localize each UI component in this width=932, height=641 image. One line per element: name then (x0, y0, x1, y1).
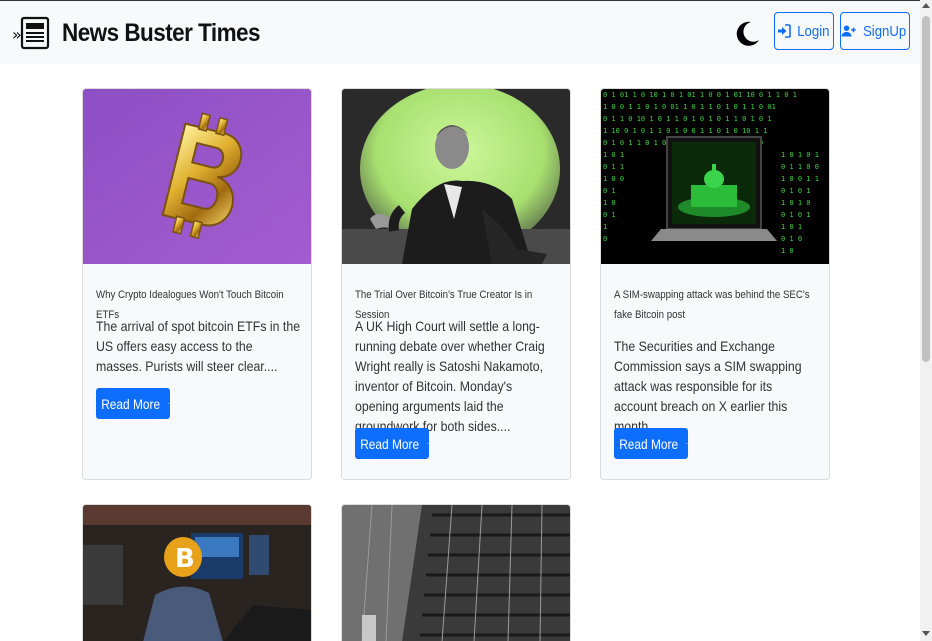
newspaper-icon: » (12, 15, 52, 51)
read-more-button[interactable]: Read More (614, 428, 688, 459)
svg-text:0 1: 0 1 (603, 211, 616, 219)
link-icon (686, 442, 688, 445)
login-icon (777, 24, 791, 38)
card-description: The Securities and Exchange Commission s… (614, 338, 802, 434)
card-title: A SIM-swapping attack was behind the SEC… (614, 289, 810, 321)
svg-text:0 1 1 0 10 1 0 1 1 0 1 0 1 0 1: 0 1 1 0 10 1 0 1 1 0 1 0 1 0 1 1 0 1 0 1 (603, 115, 772, 123)
news-card: Why Crypto Idealogues Won't Touch Bitcoi… (82, 88, 312, 480)
read-more-label: Read More (619, 435, 679, 452)
read-more-button[interactable]: Read More (355, 428, 429, 459)
card-image[interactable] (83, 89, 311, 264)
scroll-down-arrow-icon[interactable] (922, 631, 930, 636)
svg-text:0 1 0: 0 1 0 (781, 235, 802, 243)
site-title: News Buster Times (62, 18, 261, 47)
link-icon (168, 402, 170, 405)
login-label: Login (796, 22, 830, 40)
svg-text:0 1 0 1: 0 1 0 1 (781, 187, 811, 195)
svg-text:1 0: 1 0 (603, 199, 616, 207)
link-icon (427, 442, 429, 445)
svg-text:0 1 0 1: 0 1 0 1 (781, 211, 811, 219)
svg-text:0 1: 0 1 (603, 187, 616, 195)
svg-text:0 1 01 1 0 10 1 0 1 01 1 0 0 1: 0 1 01 1 0 10 1 0 1 01 1 0 0 1 01 10 0 1… (603, 91, 797, 99)
svg-text:1: 1 (603, 223, 607, 231)
card-image[interactable] (342, 89, 570, 264)
svg-text:1 0 1 0 1: 1 0 1 0 1 (781, 151, 819, 159)
page-scrollbar[interactable] (920, 0, 932, 641)
card-description: A UK High Court will settle a long-runni… (355, 318, 545, 434)
login-button[interactable]: Login (774, 12, 834, 50)
signup-label: SignUp (862, 22, 907, 40)
read-more-label: Read More (360, 435, 420, 452)
svg-text:0 1 1 0 0: 0 1 1 0 0 (781, 163, 819, 171)
brand[interactable]: » News Buster Times (12, 15, 282, 51)
moon-icon (736, 21, 759, 46)
svg-text:1 10 0 1 0 1 1 0 1 0 0 1 1 0 1: 1 10 0 1 0 1 1 0 1 0 0 1 1 0 1 0 10 1 1 (603, 127, 767, 135)
svg-text:1 0 0 1 1: 1 0 0 1 1 (781, 175, 819, 183)
svg-text:0: 0 (603, 235, 607, 243)
svg-text:1 0 0 1 1 0 1 0 01 1 0 1 1 0 1: 1 0 0 1 1 0 1 0 01 1 0 1 1 0 1 0 1 1 0 0… (603, 103, 776, 111)
news-card: B (82, 504, 312, 641)
news-card: The Trial Over Bitcoin's True Creator Is… (341, 88, 571, 480)
navbar: » News Buster Times Login SignUp (0, 0, 920, 64)
svg-text:»: » (12, 25, 22, 44)
signup-button[interactable]: SignUp (840, 12, 910, 50)
card-image[interactable]: B (83, 505, 311, 641)
card-image[interactable] (342, 505, 570, 641)
svg-text:B: B (175, 544, 195, 574)
svg-text:0 1 1: 0 1 1 (603, 163, 624, 171)
news-card (341, 504, 571, 641)
scroll-up-arrow-icon[interactable] (922, 3, 930, 8)
svg-text:1 0 1: 1 0 1 (781, 223, 802, 231)
news-card: 0 1 01 1 0 10 1 0 1 01 1 0 0 1 01 10 0 1… (600, 88, 830, 480)
read-more-label: Read More (101, 395, 161, 412)
card-image[interactable]: 0 1 01 1 0 10 1 0 1 01 1 0 0 1 01 10 0 1… (601, 89, 829, 264)
read-more-button[interactable]: Read More (96, 388, 170, 419)
svg-text:1 0 1: 1 0 1 (603, 151, 624, 159)
svg-text:1 0: 1 0 (781, 247, 794, 255)
svg-text:1 0 1 0: 1 0 1 0 (781, 199, 811, 207)
add-user-icon (841, 25, 856, 37)
dark-mode-toggle[interactable] (734, 18, 762, 48)
svg-text:1 0 0: 1 0 0 (603, 175, 624, 183)
card-description: The arrival of spot bitcoin ETFs in the … (96, 318, 301, 374)
scrollbar-thumb[interactable] (922, 16, 930, 362)
